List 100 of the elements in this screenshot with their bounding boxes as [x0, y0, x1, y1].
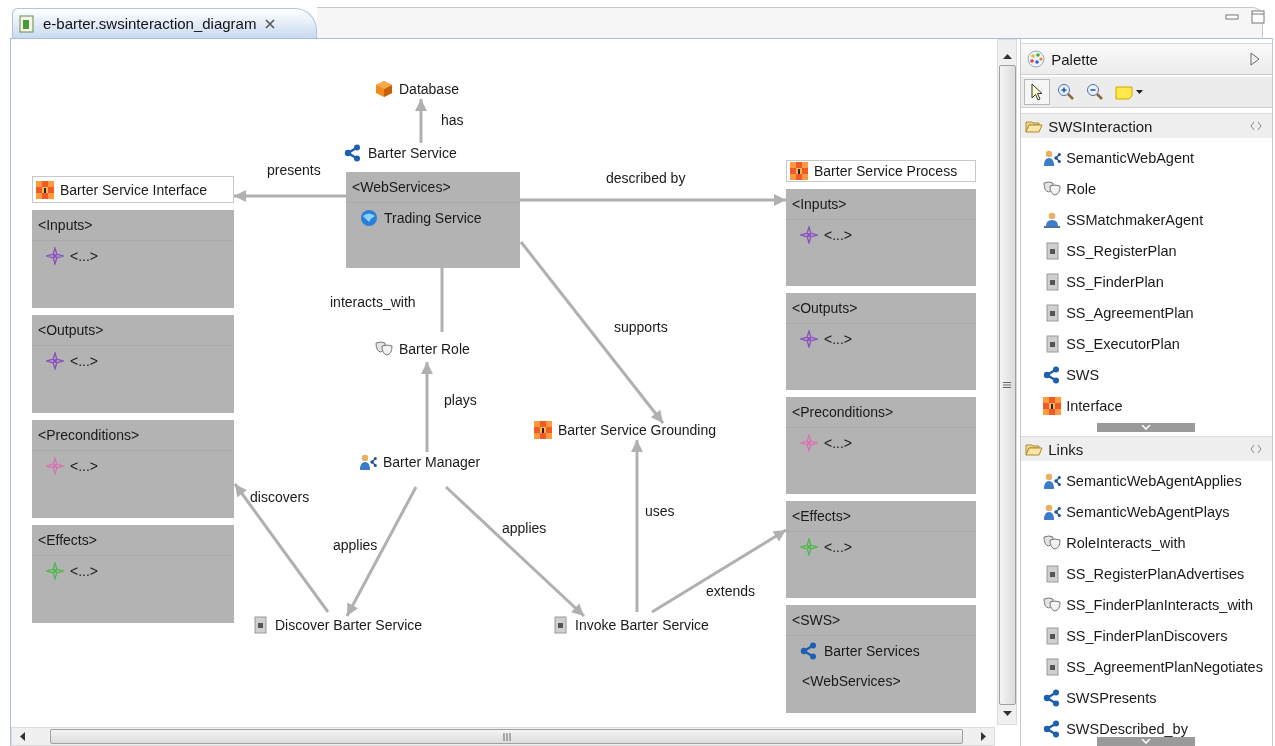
tile-icon	[1043, 396, 1062, 415]
scroll-thumb[interactable]	[998, 65, 1016, 705]
share-icon	[1043, 719, 1062, 738]
editor-tab[interactable]: e-barter.swsinteraction_diagram	[12, 8, 318, 38]
select-tool-button[interactable]	[1024, 79, 1051, 105]
folder-icon	[1025, 441, 1044, 457]
drawer-header[interactable]: Links	[1021, 436, 1272, 461]
palette-item[interactable]: SemanticWebAgent	[1021, 142, 1272, 173]
edge-label: plays	[444, 392, 477, 408]
scroll-down-icon[interactable]	[1002, 711, 1012, 716]
tile-icon	[534, 421, 552, 439]
compartment-panel[interactable]: <Inputs> <...>	[786, 189, 976, 286]
node-label: Barter Role	[399, 341, 470, 357]
person-icon	[1043, 148, 1062, 167]
tile-icon	[36, 180, 54, 199]
scroll-thumb[interactable]	[50, 729, 963, 744]
document-icon	[1043, 657, 1062, 676]
palette-header[interactable]: Palette	[1021, 43, 1272, 75]
compartment-panel[interactable]: <Preconditions> <...>	[32, 420, 234, 518]
close-icon[interactable]	[264, 17, 277, 30]
compartment-title: <Outputs>	[786, 293, 976, 324]
compartment-panel[interactable]: <Preconditions> <...>	[786, 397, 976, 494]
palette-item[interactable]: SWSDescribed_by	[1021, 713, 1272, 744]
compartment-title: <SWS>	[786, 605, 976, 636]
palette-item[interactable]: SWSPresents	[1021, 682, 1272, 713]
note-icon	[1115, 83, 1134, 101]
cube-icon	[375, 80, 393, 98]
compartment-panel[interactable]: <SWS> Barter Services <WebServices>	[786, 605, 976, 713]
palette-item[interactable]: SWS	[1021, 359, 1272, 390]
document-icon	[551, 616, 569, 634]
person-icon	[1043, 502, 1062, 521]
share-icon	[344, 144, 362, 162]
compartment-title: <Effects>	[32, 525, 234, 556]
edge-label: described by	[606, 170, 686, 186]
palette-item[interactable]: SS_AgreementPlanNegotiates	[1021, 651, 1272, 682]
minimize-icon[interactable]	[1225, 12, 1239, 22]
node-label: Invoke Barter Service	[575, 617, 709, 633]
compartment-title: <Outputs>	[32, 315, 234, 346]
folder-icon	[1025, 118, 1044, 134]
compartment-title: <Effects>	[786, 501, 976, 532]
document-icon	[1043, 241, 1062, 260]
node-label: Database	[399, 81, 459, 97]
node-label: Barter Service Grounding	[558, 422, 716, 438]
shape-title: Barter Service Interface	[60, 181, 208, 198]
tile-icon	[790, 162, 808, 180]
palette-item[interactable]: Role	[1021, 173, 1272, 204]
compartment-panel[interactable]: <Outputs> <...>	[786, 293, 976, 390]
compartment-item: <...>	[70, 458, 99, 474]
palette-item[interactable]: Interface	[1021, 390, 1272, 421]
palette-item[interactable]: SSMatchmakerAgent	[1021, 204, 1272, 235]
palette-item[interactable]: RoleInteracts_with	[1021, 527, 1272, 558]
masks-icon	[1043, 533, 1062, 552]
palette-item[interactable]: SS_ExecutorPlan	[1021, 328, 1272, 359]
scroll-down-button[interactable]	[1097, 423, 1196, 432]
maximize-icon[interactable]	[1251, 10, 1265, 24]
compartment-item: <WebServices>	[802, 673, 901, 689]
palette-item[interactable]: SS_RegisterPlanAdvertises	[1021, 558, 1272, 589]
compartment-item: <...>	[824, 227, 853, 243]
palette-item[interactable]: SemanticWebAgentApplies	[1021, 465, 1272, 496]
horizontal-scrollbar[interactable]	[11, 727, 995, 746]
palette-item[interactable]: SS_AgreementPlan	[1021, 297, 1272, 328]
drawer-header[interactable]: SWSInteraction	[1021, 113, 1272, 138]
person-icon	[359, 453, 377, 471]
compartment-title: <Inputs>	[32, 210, 234, 241]
edge-label: has	[441, 112, 464, 128]
shape-title: Barter Service Process	[814, 163, 958, 179]
palette-item[interactable]: SS_FinderPlanInteracts_with	[1021, 589, 1272, 620]
grip-icon	[1003, 382, 1011, 388]
compartment-panel[interactable]: <WebServices> Trading Service	[346, 172, 520, 268]
pin-icon[interactable]	[1250, 444, 1262, 454]
compartment-panel[interactable]: <Inputs> <...>	[32, 210, 234, 308]
compartment-title: <Preconditions>	[32, 420, 234, 451]
palette-item[interactable]: SS_RegisterPlan	[1021, 235, 1272, 266]
scroll-down-button[interactable]	[1097, 737, 1196, 746]
masks-icon	[375, 340, 393, 358]
scroll-up-icon[interactable]	[1002, 54, 1012, 59]
compartment-title: <WebServices>	[346, 172, 520, 203]
compartment-panel[interactable]: <Outputs> <...>	[32, 315, 234, 413]
scroll-right-icon[interactable]	[981, 732, 986, 741]
document-icon	[1043, 334, 1062, 353]
person-icon	[1043, 471, 1062, 490]
edge-label: interacts_with	[330, 294, 416, 310]
palette-item[interactable]: SemanticWebAgentPlays	[1021, 496, 1272, 527]
compartment-panel[interactable]: <Effects> <...>	[32, 525, 234, 623]
compartment-item: <...>	[824, 331, 853, 347]
palette-item[interactable]: SS_FinderPlanDiscovers	[1021, 620, 1272, 651]
shape-header[interactable]: Barter Service Interface	[32, 176, 234, 203]
triangle-icon[interactable]	[1250, 52, 1260, 66]
palette-item[interactable]: SS_FinderPlan	[1021, 266, 1272, 297]
document-icon	[1043, 272, 1062, 291]
compartment-panel[interactable]: <Effects> <...>	[786, 501, 976, 598]
shape-header[interactable]: Barter Service Process	[786, 160, 976, 182]
edge-label: discovers	[250, 489, 310, 505]
compartment-item: <...>	[824, 435, 853, 451]
compartment-title: <Inputs>	[786, 189, 976, 220]
document-icon	[1043, 564, 1062, 583]
vertical-scrollbar[interactable]	[997, 39, 1017, 725]
scroll-left-icon[interactable]	[20, 732, 25, 741]
pin-icon[interactable]	[1250, 121, 1262, 131]
document-icon	[251, 616, 269, 634]
